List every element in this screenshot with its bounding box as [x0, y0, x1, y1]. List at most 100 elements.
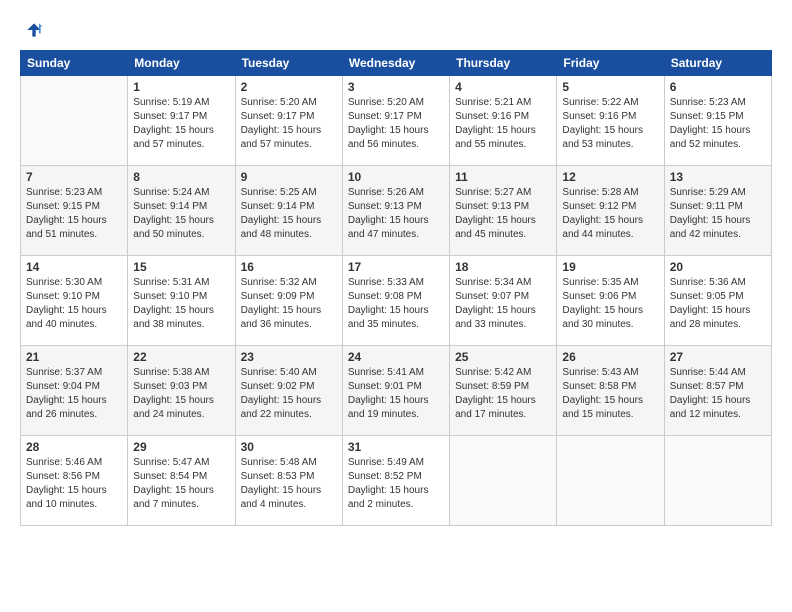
logo-icon [24, 20, 44, 40]
day-number: 25 [455, 350, 551, 364]
calendar-cell: 6Sunrise: 5:23 AM Sunset: 9:15 PM Daylig… [664, 76, 771, 166]
day-number: 24 [348, 350, 444, 364]
calendar-cell: 7Sunrise: 5:23 AM Sunset: 9:15 PM Daylig… [21, 166, 128, 256]
calendar-cell: 5 Sunrise: 5:22 AM Sunset: 9:16 PM Daylig… [557, 76, 664, 166]
calendar-cell: 22 Sunrise: 5:38 AM Sunset: 9:03 PM Dayli… [128, 346, 235, 436]
calendar-cell: 11Sunrise: 5:27 AM Sunset: 9:13 PM Dayli… [450, 166, 557, 256]
day-number: 26 [562, 350, 658, 364]
day-header-wednesday: Wednesday [342, 51, 449, 76]
day-number: 4 [455, 80, 551, 94]
day-number: 18 [455, 260, 551, 274]
calendar-week-row: 21 Sunrise: 5:37 AM Sunset: 9:04 PM Dayli… [21, 346, 772, 436]
day-number: 3 [348, 80, 444, 94]
calendar-cell [450, 436, 557, 526]
cell-content: Sunrise: 5:47 AM Sunset: 8:54 PM Dayligh… [133, 456, 229, 512]
cell-content: Sunrise: 5:40 AM Sunset: 9:02 PM Dayligh… [241, 366, 337, 422]
calendar-cell: 27Sunrise: 5:44 AM Sunset: 8:57 PM Dayli… [664, 346, 771, 436]
cell-content: Sunrise: 5:48 AM Sunset: 8:53 PM Dayligh… [241, 456, 337, 512]
calendar-cell: 29 Sunrise: 5:47 AM Sunset: 8:54 PM Dayli… [128, 436, 235, 526]
calendar-table: SundayMondayTuesdayWednesdayThursdayFrid… [20, 50, 772, 526]
calendar-week-row: 14 Sunrise: 5:30 AM Sunset: 9:10 PM Dayli… [21, 256, 772, 346]
cell-content: Sunrise: 5:49 AM Sunset: 8:52 PM Dayligh… [348, 456, 444, 512]
cell-content: Sunrise: 5:26 AM Sunset: 9:13 PM Dayligh… [348, 186, 444, 242]
day-number: 29 [133, 440, 229, 454]
calendar-cell: 13 Sunrise: 5:29 AM Sunset: 9:11 PM Dayli… [664, 166, 771, 256]
day-number: 17 [348, 260, 444, 274]
cell-content: Sunrise: 5:31 AM Sunset: 9:10 PM Dayligh… [133, 276, 229, 332]
calendar-cell: 25 Sunrise: 5:42 AM Sunset: 8:59 PM Dayli… [450, 346, 557, 436]
day-number: 9 [241, 170, 337, 184]
cell-content: Sunrise: 5:30 AM Sunset: 9:10 PM Dayligh… [26, 276, 122, 332]
calendar-cell: 28Sunrise: 5:46 AM Sunset: 8:56 PM Dayli… [21, 436, 128, 526]
calendar-week-row: 7Sunrise: 5:23 AM Sunset: 9:15 PM Daylig… [21, 166, 772, 256]
cell-content: Sunrise: 5:23 AM Sunset: 9:15 PM Dayligh… [26, 186, 122, 242]
calendar-cell: 31 Sunrise: 5:49 AM Sunset: 8:52 PM Dayli… [342, 436, 449, 526]
day-number: 22 [133, 350, 229, 364]
calendar-cell: 24 Sunrise: 5:41 AM Sunset: 9:01 PM Dayli… [342, 346, 449, 436]
calendar-cell: 30 Sunrise: 5:48 AM Sunset: 8:53 PM Dayli… [235, 436, 342, 526]
calendar-cell: 18 Sunrise: 5:34 AM Sunset: 9:07 PM Dayli… [450, 256, 557, 346]
calendar-cell: 16 Sunrise: 5:32 AM Sunset: 9:09 PM Dayli… [235, 256, 342, 346]
day-number: 19 [562, 260, 658, 274]
cell-content: Sunrise: 5:25 AM Sunset: 9:14 PM Dayligh… [241, 186, 337, 242]
day-number: 8 [133, 170, 229, 184]
cell-content: Sunrise: 5:33 AM Sunset: 9:08 PM Dayligh… [348, 276, 444, 332]
day-header-friday: Friday [557, 51, 664, 76]
calendar-week-row: 28Sunrise: 5:46 AM Sunset: 8:56 PM Dayli… [21, 436, 772, 526]
day-number: 2 [241, 80, 337, 94]
calendar-cell: 8 Sunrise: 5:24 AM Sunset: 9:14 PM Daylig… [128, 166, 235, 256]
cell-content: Sunrise: 5:24 AM Sunset: 9:14 PM Dayligh… [133, 186, 229, 242]
calendar-cell: 15 Sunrise: 5:31 AM Sunset: 9:10 PM Dayli… [128, 256, 235, 346]
day-number: 30 [241, 440, 337, 454]
day-header-monday: Monday [128, 51, 235, 76]
calendar-cell: 4 Sunrise: 5:21 AM Sunset: 9:16 PM Daylig… [450, 76, 557, 166]
cell-content: Sunrise: 5:41 AM Sunset: 9:01 PM Dayligh… [348, 366, 444, 422]
day-number: 31 [348, 440, 444, 454]
calendar-cell: 20 Sunrise: 5:36 AM Sunset: 9:05 PM Dayli… [664, 256, 771, 346]
calendar-cell: 23 Sunrise: 5:40 AM Sunset: 9:02 PM Dayli… [235, 346, 342, 436]
calendar-cell: 3Sunrise: 5:20 AM Sunset: 9:17 PM Daylig… [342, 76, 449, 166]
cell-content: Sunrise: 5:20 AM Sunset: 9:17 PM Dayligh… [241, 96, 337, 152]
day-number: 6 [670, 80, 766, 94]
calendar-cell [664, 436, 771, 526]
day-number: 21 [26, 350, 122, 364]
day-number: 5 [562, 80, 658, 94]
day-header-sunday: Sunday [21, 51, 128, 76]
cell-content: Sunrise: 5:36 AM Sunset: 9:05 PM Dayligh… [670, 276, 766, 332]
calendar-cell: 19 Sunrise: 5:35 AM Sunset: 9:06 PM Dayli… [557, 256, 664, 346]
day-number: 23 [241, 350, 337, 364]
calendar-cell: 21 Sunrise: 5:37 AM Sunset: 9:04 PM Dayli… [21, 346, 128, 436]
cell-content: Sunrise: 5:21 AM Sunset: 9:16 PM Dayligh… [455, 96, 551, 152]
calendar-cell: 2 Sunrise: 5:20 AM Sunset: 9:17 PM Daylig… [235, 76, 342, 166]
cell-content: Sunrise: 5:37 AM Sunset: 9:04 PM Dayligh… [26, 366, 122, 422]
calendar-header-row: SundayMondayTuesdayWednesdayThursdayFrid… [21, 51, 772, 76]
calendar-cell: 14 Sunrise: 5:30 AM Sunset: 9:10 PM Dayli… [21, 256, 128, 346]
day-number: 14 [26, 260, 122, 274]
day-number: 15 [133, 260, 229, 274]
calendar-cell: 1Sunrise: 5:19 AM Sunset: 9:17 PM Daylig… [128, 76, 235, 166]
day-number: 27 [670, 350, 766, 364]
calendar-cell: 9 Sunrise: 5:25 AM Sunset: 9:14 PM Daylig… [235, 166, 342, 256]
cell-content: Sunrise: 5:32 AM Sunset: 9:09 PM Dayligh… [241, 276, 337, 332]
cell-content: Sunrise: 5:42 AM Sunset: 8:59 PM Dayligh… [455, 366, 551, 422]
calendar-cell: 10Sunrise: 5:26 AM Sunset: 9:13 PM Dayli… [342, 166, 449, 256]
calendar-cell [557, 436, 664, 526]
cell-content: Sunrise: 5:43 AM Sunset: 8:58 PM Dayligh… [562, 366, 658, 422]
day-number: 13 [670, 170, 766, 184]
cell-content: Sunrise: 5:29 AM Sunset: 9:11 PM Dayligh… [670, 186, 766, 242]
day-number: 16 [241, 260, 337, 274]
cell-content: Sunrise: 5:34 AM Sunset: 9:07 PM Dayligh… [455, 276, 551, 332]
day-header-saturday: Saturday [664, 51, 771, 76]
calendar-cell: 12Sunrise: 5:28 AM Sunset: 9:12 PM Dayli… [557, 166, 664, 256]
cell-content: Sunrise: 5:19 AM Sunset: 9:17 PM Dayligh… [133, 96, 229, 152]
cell-content: Sunrise: 5:38 AM Sunset: 9:03 PM Dayligh… [133, 366, 229, 422]
calendar-week-row: 1Sunrise: 5:19 AM Sunset: 9:17 PM Daylig… [21, 76, 772, 166]
day-number: 20 [670, 260, 766, 274]
cell-content: Sunrise: 5:28 AM Sunset: 9:12 PM Dayligh… [562, 186, 658, 242]
cell-content: Sunrise: 5:27 AM Sunset: 9:13 PM Dayligh… [455, 186, 551, 242]
page-header [20, 20, 772, 40]
cell-content: Sunrise: 5:35 AM Sunset: 9:06 PM Dayligh… [562, 276, 658, 332]
cell-content: Sunrise: 5:22 AM Sunset: 9:16 PM Dayligh… [562, 96, 658, 152]
calendar-cell: 26 Sunrise: 5:43 AM Sunset: 8:58 PM Dayli… [557, 346, 664, 436]
logo [20, 20, 46, 40]
